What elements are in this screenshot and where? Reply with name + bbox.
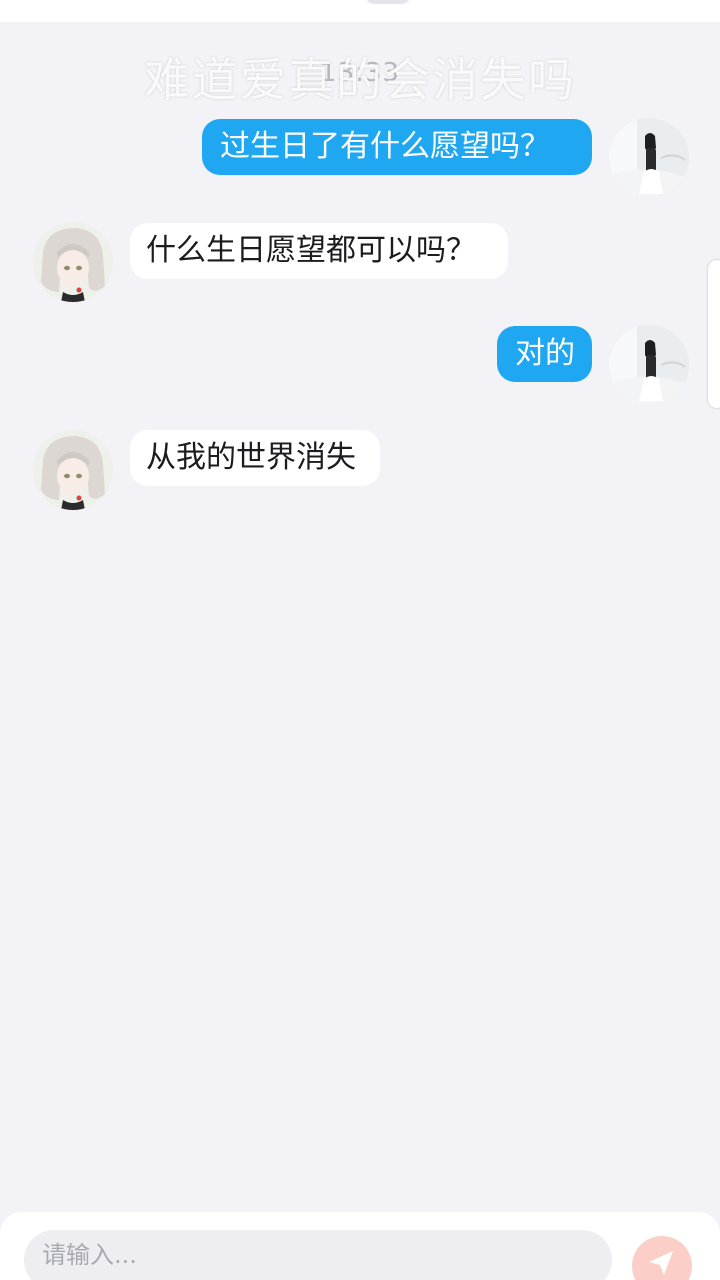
top-notch [366, 0, 410, 4]
contact-avatar[interactable] [33, 222, 113, 302]
contact-avatar-image [33, 222, 113, 302]
contact-avatar-image [33, 430, 113, 510]
side-panel-handle[interactable] [708, 260, 720, 408]
self-avatar-image [609, 118, 689, 198]
self-avatar[interactable] [609, 325, 689, 405]
self-avatar-image [609, 325, 689, 405]
message-input[interactable] [24, 1230, 612, 1280]
chat-screen: 13:33 难道爱真的会消失吗 过生日了有什么愿望吗？ 什么生日愿望都可以吗？ [0, 0, 720, 1280]
send-icon [649, 1251, 673, 1275]
incoming-message-bubble[interactable]: 从我的世界消失 [130, 430, 380, 486]
top-bar [0, 0, 720, 22]
self-avatar[interactable] [609, 118, 689, 198]
contact-avatar[interactable] [33, 430, 113, 510]
incoming-message-bubble[interactable]: 什么生日愿望都可以吗？ [130, 223, 508, 279]
outgoing-message-bubble[interactable]: 过生日了有什么愿望吗？ [202, 119, 592, 175]
outgoing-message-bubble[interactable]: 对的 [497, 326, 592, 382]
message-input-wrapper[interactable] [24, 1230, 612, 1280]
video-title-overlay: 难道爱真的会消失吗 [144, 53, 576, 107]
